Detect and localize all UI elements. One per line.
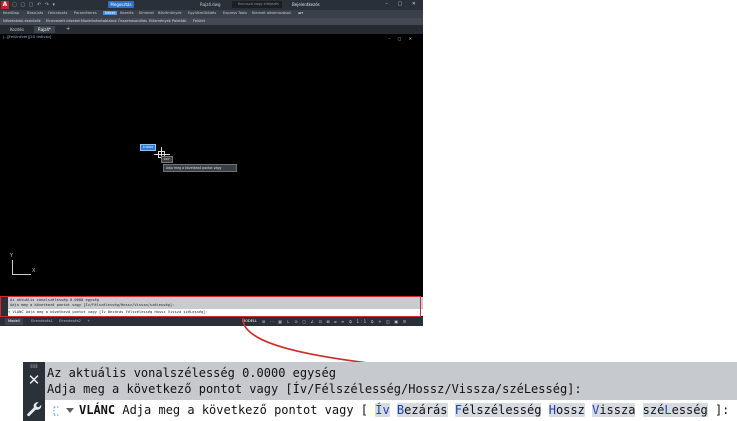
- share-button[interactable]: Megosztás: [108, 1, 134, 8]
- ribbon-tab[interactable]: Együttműködés: [188, 11, 216, 15]
- panel-label[interactable]: Nézetablak-eszközök: [3, 19, 41, 23]
- command-input[interactable]: VLÁNC Adja meg a következő pontot vagy […: [45, 400, 737, 421]
- ucs-icon-x-axis: [12, 274, 31, 275]
- command-name: VLÁNC: [79, 403, 116, 417]
- layout-tab-model[interactable]: Modell: [5, 318, 23, 325]
- ribbon-panels: Nézetablak-eszközök Elnevezett nézetek M…: [0, 18, 423, 25]
- command-prompt[interactable]: VLÁNC Adja meg a következő pontot vagy […: [79, 403, 729, 418]
- command-prompt-icon[interactable]: [51, 404, 79, 418]
- command-option[interactable]: Bezárás: [396, 403, 448, 417]
- file-tab-start[interactable]: Kezdés: [6, 26, 28, 33]
- new-layout-button[interactable]: +: [84, 318, 93, 325]
- file-tabs: Kezdés Rajz4* +: [0, 25, 423, 34]
- command-option[interactable]: Hossz: [548, 403, 585, 417]
- ribbon-tab[interactable]: Feliratozás: [48, 11, 67, 15]
- window-controls[interactable]: – ▢ ✕: [385, 1, 420, 7]
- command-option[interactable]: Ív: [375, 403, 390, 417]
- option-key: Ív: [375, 403, 390, 417]
- ribbon-tab[interactable]: Kezelés: [120, 11, 134, 15]
- document-title: Rajz4.dwg: [200, 2, 221, 7]
- command-line-grip[interactable]: [0, 297, 8, 316]
- status-bar: Modell Elrendezés1 Elrendezés2 + MODELL …: [0, 317, 423, 326]
- model-space-button[interactable]: MODELL: [242, 318, 257, 325]
- ribbon-tab[interactable]: Express Tools: [223, 11, 247, 15]
- ribbon-tab[interactable]: Kezdőlap: [3, 11, 19, 15]
- option-key: F: [454, 403, 462, 417]
- viewport-label[interactable]: [–][Felülnézet][2D drótváz]: [3, 35, 51, 39]
- command-options: Ív Bezárás Félszélesség Hossz Vissza szé…: [375, 403, 708, 417]
- command-line-zoom[interactable]: ⁞⁞⁞⁞ ✕ Az aktuális vonalszélesség 0.0000…: [23, 362, 737, 421]
- drag-handle-icon[interactable]: ⁞⁞⁞⁞: [25, 364, 43, 370]
- ribbon-tab[interactable]: Bővítmények: [158, 11, 182, 15]
- option-key: H: [548, 403, 556, 417]
- sign-in-button[interactable]: Bejelentkezés: [292, 2, 320, 7]
- option-key: V: [592, 403, 600, 417]
- panel-label[interactable]: Előzmények: [149, 19, 171, 23]
- command-history-line-2: Adja meg a következő pontot vagy [Ív/Fél…: [47, 382, 582, 396]
- panel-label[interactable]: Felület: [193, 19, 205, 23]
- status-toggle-icons[interactable]: ⊞ ⋯ ▦ ∟ ⊙ ▢ ∠ ⊡ ⊠ ⌀ ≡ ⛭ 1:1 ⛭ + ◫ ▣ ☰: [262, 318, 408, 325]
- layout-tab[interactable]: Elrendezés2: [56, 318, 84, 325]
- command-history-line-1: Az aktuális vonalszélesség 0.0000 egység: [47, 366, 336, 380]
- command-option[interactable]: Vissza: [592, 403, 636, 417]
- option-key: B: [396, 403, 405, 417]
- prompt-text: Adja meg a következő pontot vagy [: [122, 403, 368, 417]
- dynamic-input-angle[interactable]: 180°: [161, 156, 173, 163]
- panel-label[interactable]: Összehasonlítás: [118, 19, 147, 23]
- ribbon-tab[interactable]: Kimenet: [139, 11, 154, 15]
- dynamic-input-field[interactable]: 0.0000: [140, 144, 156, 151]
- command-option[interactable]: széLesség: [642, 403, 708, 417]
- autocad-window: A ▢ ▢ ▢ ↶ ↷ ▾ Megosztás Rajz4.dwg Kulcss…: [0, 0, 423, 326]
- command-option[interactable]: Félszélesség: [454, 403, 542, 417]
- command-history-line: Az aktuális vonalszélesség 0.0000 egység: [10, 298, 99, 302]
- prompt-end: ]:: [714, 403, 730, 417]
- wrench-icon[interactable]: [25, 400, 43, 418]
- search-input[interactable]: Kulcsszó vagy kifejezés: [232, 1, 282, 8]
- panel-label[interactable]: Paletták: [172, 19, 187, 23]
- ribbon-tab[interactable]: Paraméteres: [74, 11, 97, 15]
- ribbon-tab[interactable]: Kiemelt alkalmazások: [252, 11, 291, 15]
- viewport-controls[interactable]: – ▢ ✕: [388, 36, 415, 41]
- title-bar: A ▢ ▢ ▢ ↶ ↷ ▾ Megosztás Rajz4.dwg Kulcss…: [0, 0, 423, 10]
- file-tab-active[interactable]: Rajz4*: [34, 26, 55, 33]
- command-input-mini[interactable]: ▾ VLÁNC Adja meg a következő pontot vagy…: [8, 309, 423, 316]
- panel-label[interactable]: Elnevezett nézetek: [46, 19, 80, 23]
- layout-tab[interactable]: Elrendezés1: [28, 318, 56, 325]
- command-line-grip[interactable]: ⁞⁞⁞⁞ ✕: [23, 362, 45, 421]
- command-history-line: Adja meg a következő pontot vagy [Ív/Fél…: [10, 303, 175, 307]
- ucs-x-label: X: [32, 268, 36, 274]
- ucs-y-label: Y: [10, 253, 14, 259]
- quick-access-toolbar[interactable]: ▢ ▢ ▢ ↶ ↷ ▾: [12, 2, 56, 8]
- panel-label[interactable]: Modellnézetablakok: [81, 19, 117, 23]
- ribbon-extra-icon[interactable]: ▬▾: [298, 11, 303, 15]
- close-icon[interactable]: ✕: [26, 372, 42, 388]
- new-tab-button[interactable]: +: [66, 26, 70, 32]
- option-key: L: [664, 403, 672, 417]
- ribbon-tab[interactable]: Beszúrás: [27, 11, 43, 15]
- ribbon-tabs: Kezdőlap Beszúrás Feliratozás Paramétere…: [0, 10, 423, 18]
- app-logo-icon[interactable]: A: [1, 1, 9, 9]
- command-line-mini[interactable]: Az aktuális vonalszélesség 0.0000 egység…: [0, 297, 423, 316]
- ucs-icon: [12, 260, 13, 275]
- prompt-tooltip: Adja meg a következő pontot vagy: [163, 164, 237, 172]
- ribbon-tab-active[interactable]: Nézet: [103, 11, 118, 15]
